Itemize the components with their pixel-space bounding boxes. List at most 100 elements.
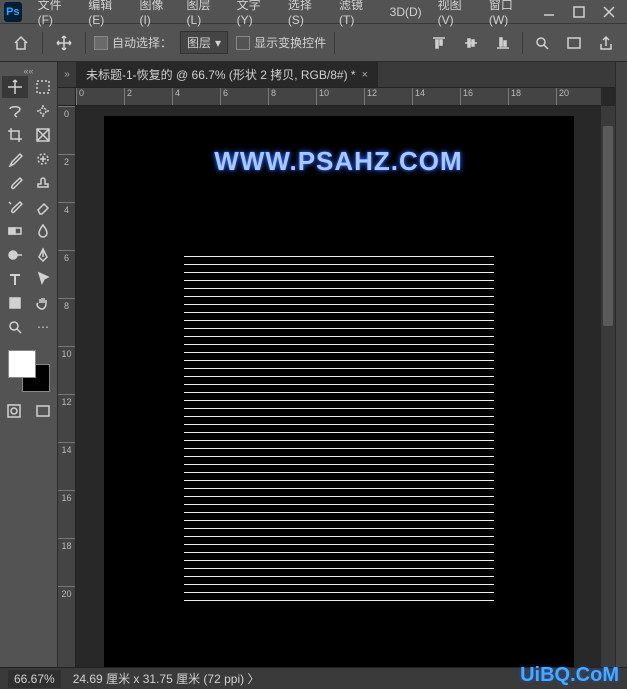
document-tab[interactable]: 未标题-1-恢复的 @ 66.7% (形状 2 拷贝, RGB/8#) * × bbox=[76, 62, 378, 87]
dropdown-value: 图层 bbox=[187, 34, 211, 51]
document-area: » 未标题-1-恢复的 @ 66.7% (形状 2 拷贝, RGB/8#) * … bbox=[58, 62, 615, 667]
panel-dock-edge[interactable] bbox=[615, 62, 627, 667]
blur-tool[interactable] bbox=[30, 220, 56, 242]
menu-view[interactable]: 视图(V) bbox=[430, 1, 481, 23]
toolbox-collapse-icon[interactable]: «« bbox=[2, 66, 55, 76]
gradient-tool[interactable] bbox=[2, 220, 28, 242]
auto-select-option[interactable]: 自动选择： bbox=[94, 34, 172, 51]
lasso-tool[interactable] bbox=[2, 100, 28, 122]
align-bottom-icon[interactable] bbox=[490, 30, 516, 56]
separator bbox=[85, 32, 86, 54]
align-top-icon[interactable] bbox=[426, 30, 452, 56]
eyedropper-tool[interactable] bbox=[2, 148, 28, 170]
chevron-down-icon: ▾ bbox=[215, 36, 221, 50]
ruler-tick: 8 bbox=[58, 298, 75, 346]
vertical-scrollbar[interactable] bbox=[601, 106, 615, 667]
menu-image[interactable]: 图像(I) bbox=[131, 1, 178, 23]
menu-file[interactable]: 文件(F) bbox=[30, 1, 81, 23]
quick-select-tool[interactable] bbox=[30, 100, 56, 122]
menu-select[interactable]: 选择(S) bbox=[280, 1, 331, 23]
menu-layer[interactable]: 图层(L) bbox=[179, 1, 229, 23]
tab-title: 未标题-1-恢复的 @ 66.7% (形状 2 拷贝, RGB/8#) * bbox=[86, 66, 356, 83]
zoom-tool[interactable] bbox=[2, 316, 28, 338]
ruler-tick: 6 bbox=[58, 250, 75, 298]
pen-tool[interactable] bbox=[30, 244, 56, 266]
menu-3d[interactable]: 3D(D) bbox=[382, 1, 430, 23]
menu-type[interactable]: 文字(Y) bbox=[229, 1, 280, 23]
type-tool[interactable] bbox=[2, 268, 28, 290]
ruler-tick: 18 bbox=[58, 538, 75, 586]
auto-select-target-dropdown[interactable]: 图层 ▾ bbox=[180, 31, 228, 54]
menu-window[interactable]: 窗口(W) bbox=[481, 1, 535, 23]
show-transform-option[interactable]: 显示变换控件 bbox=[236, 34, 326, 51]
minimize-button[interactable] bbox=[535, 2, 563, 22]
ruler-tick: 4 bbox=[172, 88, 220, 105]
scrollbar-thumb[interactable] bbox=[603, 126, 613, 326]
align-vcenter-icon[interactable] bbox=[458, 30, 484, 56]
main-area: «« ⋯ bbox=[0, 62, 627, 667]
vertical-ruler[interactable]: 02468101214161820 bbox=[58, 106, 76, 667]
foreground-color[interactable] bbox=[8, 350, 36, 378]
ruler-tick: 18 bbox=[508, 88, 556, 105]
document-dimensions[interactable]: 24.69 厘米 x 31.75 厘米 (72 ppi) 〉 bbox=[73, 670, 260, 687]
eraser-tool[interactable] bbox=[30, 196, 56, 218]
show-transform-checkbox[interactable] bbox=[236, 36, 250, 50]
stamp-tool[interactable] bbox=[30, 172, 56, 194]
maximize-button[interactable] bbox=[565, 2, 593, 22]
frame-tool[interactable] bbox=[30, 124, 56, 146]
ruler-tick: 0 bbox=[58, 106, 75, 154]
search-icon[interactable] bbox=[529, 30, 555, 56]
tab-close-icon[interactable]: × bbox=[362, 69, 368, 81]
separator bbox=[334, 32, 335, 54]
dims-text: 24.69 厘米 x 31.75 厘米 (72 ppi) bbox=[73, 672, 244, 686]
ruler-area: 024681012141618202224 02468101214161820 … bbox=[58, 88, 615, 667]
auto-select-label: 自动选择： bbox=[112, 34, 172, 51]
crop-tool[interactable] bbox=[2, 124, 28, 146]
canvas-viewport[interactable]: WWW.PSAHZ.COM bbox=[76, 106, 601, 667]
brush-tool[interactable] bbox=[2, 172, 28, 194]
show-transform-label: 显示变换控件 bbox=[254, 34, 326, 51]
healing-tool[interactable] bbox=[30, 148, 56, 170]
app-logo: Ps bbox=[4, 2, 22, 22]
ruler-tick: 20 bbox=[58, 586, 75, 634]
ruler-tick: 10 bbox=[58, 346, 75, 394]
home-icon[interactable] bbox=[8, 30, 34, 56]
hand-tool[interactable] bbox=[30, 292, 56, 314]
ruler-tick: 6 bbox=[220, 88, 268, 105]
separator bbox=[522, 32, 523, 54]
history-brush-tool[interactable] bbox=[2, 196, 28, 218]
ruler-tick: 12 bbox=[58, 394, 75, 442]
toolbox: «« ⋯ bbox=[0, 62, 58, 667]
dodge-tool[interactable] bbox=[2, 244, 28, 266]
shape-lines bbox=[184, 256, 494, 608]
source-watermark: UiBQ.CoM bbox=[520, 664, 619, 687]
watermark-text: WWW.PSAHZ.COM bbox=[104, 146, 574, 177]
ruler-origin[interactable] bbox=[58, 88, 76, 106]
canvas[interactable]: WWW.PSAHZ.COM bbox=[104, 116, 574, 667]
menu-bar: Ps 文件(F) 编辑(E) 图像(I) 图层(L) 文字(Y) 选择(S) 滤… bbox=[0, 0, 627, 24]
auto-select-checkbox[interactable] bbox=[94, 36, 108, 50]
tab-bar: » 未标题-1-恢复的 @ 66.7% (形状 2 拷贝, RGB/8#) * … bbox=[58, 62, 615, 88]
options-bar: 自动选择： 图层 ▾ 显示变换控件 bbox=[0, 24, 627, 62]
edit-toolbar[interactable]: ⋯ bbox=[30, 316, 56, 338]
tab-expand-icon[interactable]: » bbox=[58, 69, 76, 80]
menu-edit[interactable]: 编辑(E) bbox=[80, 1, 131, 23]
zoom-level[interactable]: 66.67% bbox=[8, 670, 61, 688]
horizontal-ruler[interactable]: 024681012141618202224 bbox=[76, 88, 601, 106]
ruler-tick: 14 bbox=[58, 442, 75, 490]
share-icon[interactable] bbox=[593, 30, 619, 56]
quick-mask-icon[interactable] bbox=[2, 400, 27, 422]
marquee-tool[interactable] bbox=[30, 76, 56, 98]
close-button[interactable] bbox=[595, 2, 623, 22]
color-swatches[interactable] bbox=[8, 350, 50, 392]
ruler-tick: 2 bbox=[124, 88, 172, 105]
move-tool-icon[interactable] bbox=[51, 30, 77, 56]
menu-filter[interactable]: 滤镜(T) bbox=[331, 1, 382, 23]
screen-mode-icon[interactable] bbox=[561, 30, 587, 56]
shape-tool[interactable] bbox=[2, 292, 28, 314]
ruler-tick: 20 bbox=[556, 88, 601, 105]
screen-mode-toggle-icon[interactable] bbox=[31, 400, 56, 422]
ruler-tick: 12 bbox=[364, 88, 412, 105]
path-select-tool[interactable] bbox=[30, 268, 56, 290]
move-tool[interactable] bbox=[2, 76, 28, 98]
